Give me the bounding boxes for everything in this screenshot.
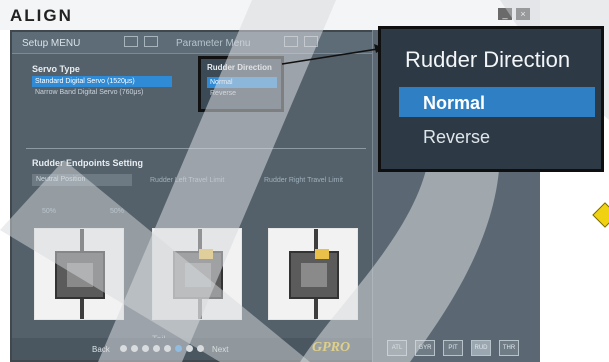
folder-icon[interactable]	[284, 36, 298, 47]
app-root: ALIGN _ × Setup MENU Parameter Menu Serv…	[0, 0, 609, 362]
rudder-option-normal[interactable]: Normal	[207, 77, 277, 88]
servo-photo-neutral	[34, 228, 124, 320]
gpro-logo: GPRO	[312, 340, 351, 355]
save-icon[interactable]	[304, 36, 318, 47]
callout-title: Rudder Direction	[405, 47, 571, 72]
warning-diamond-icon	[592, 202, 609, 228]
servo-photo-left	[152, 228, 242, 320]
page-dot-active[interactable]	[175, 345, 182, 352]
rudder-direction-title: Rudder Direction	[207, 63, 272, 72]
callout-option-reverse[interactable]: Reverse	[423, 127, 490, 148]
servo-image	[55, 251, 105, 299]
percent-left: 50%	[42, 208, 57, 215]
servo-image	[289, 251, 339, 299]
page-dot[interactable]	[120, 345, 127, 352]
servo-body	[301, 263, 327, 287]
servo-type-list: Standard Digital Servo (1520μs) Narrow B…	[32, 76, 172, 98]
servo-option-narrow[interactable]: Narrow Band Digital Servo (760μs)	[32, 87, 172, 98]
right-limit-label: Rudder Right Travel Limit	[264, 177, 343, 184]
percent-mid: 50%	[110, 208, 125, 215]
save-icon[interactable]	[144, 36, 158, 47]
servo-body	[67, 263, 93, 287]
atl-icon[interactable]: ATL	[387, 340, 407, 356]
servo-option-standard[interactable]: Standard Digital Servo (1520μs)	[32, 76, 172, 87]
tab-parameter-menu[interactable]: Parameter Menu	[172, 35, 292, 52]
brand-logo: ALIGN	[10, 6, 73, 25]
rudder-icon[interactable]: RUD	[471, 340, 491, 356]
servo-body	[185, 263, 211, 287]
page-dot[interactable]	[197, 345, 204, 352]
servo-photo-right	[268, 228, 358, 320]
servo-type-title: Servo Type	[32, 64, 80, 74]
page-dot[interactable]	[142, 345, 149, 352]
rudder-direction-list: Normal Reverse	[207, 77, 277, 99]
pitch-icon[interactable]: PIT	[443, 340, 463, 356]
rudder-direction-callout: Rudder Direction Normal Reverse	[378, 26, 604, 172]
throttle-icon[interactable]: THR	[499, 340, 519, 356]
back-button[interactable]: Back	[92, 345, 110, 354]
page-dot[interactable]	[164, 345, 171, 352]
close-button[interactable]: ×	[516, 8, 530, 20]
folder-icon[interactable]	[124, 36, 138, 47]
arrow-icon	[199, 249, 213, 259]
arrow-icon	[315, 249, 329, 259]
rudder-direction-box: Rudder Direction Normal Reverse	[198, 56, 284, 112]
page-dot[interactable]	[153, 345, 160, 352]
next-button[interactable]: Next	[212, 345, 228, 354]
page-dot[interactable]	[131, 345, 138, 352]
minimize-button[interactable]: _	[498, 8, 512, 20]
callout-option-normal[interactable]: Normal	[423, 93, 485, 114]
neutral-position-field[interactable]: Neutral Position	[32, 174, 132, 186]
rudder-option-reverse[interactable]: Reverse	[207, 88, 277, 99]
gyro-icon[interactable]: GYR	[415, 340, 435, 356]
endpoints-title: Rudder Endpoints Setting	[32, 158, 143, 168]
servo-image	[173, 251, 223, 299]
page-dot[interactable]	[186, 345, 193, 352]
section-divider	[26, 148, 366, 149]
left-limit-label: Rudder Left Travel Limit	[150, 177, 225, 184]
